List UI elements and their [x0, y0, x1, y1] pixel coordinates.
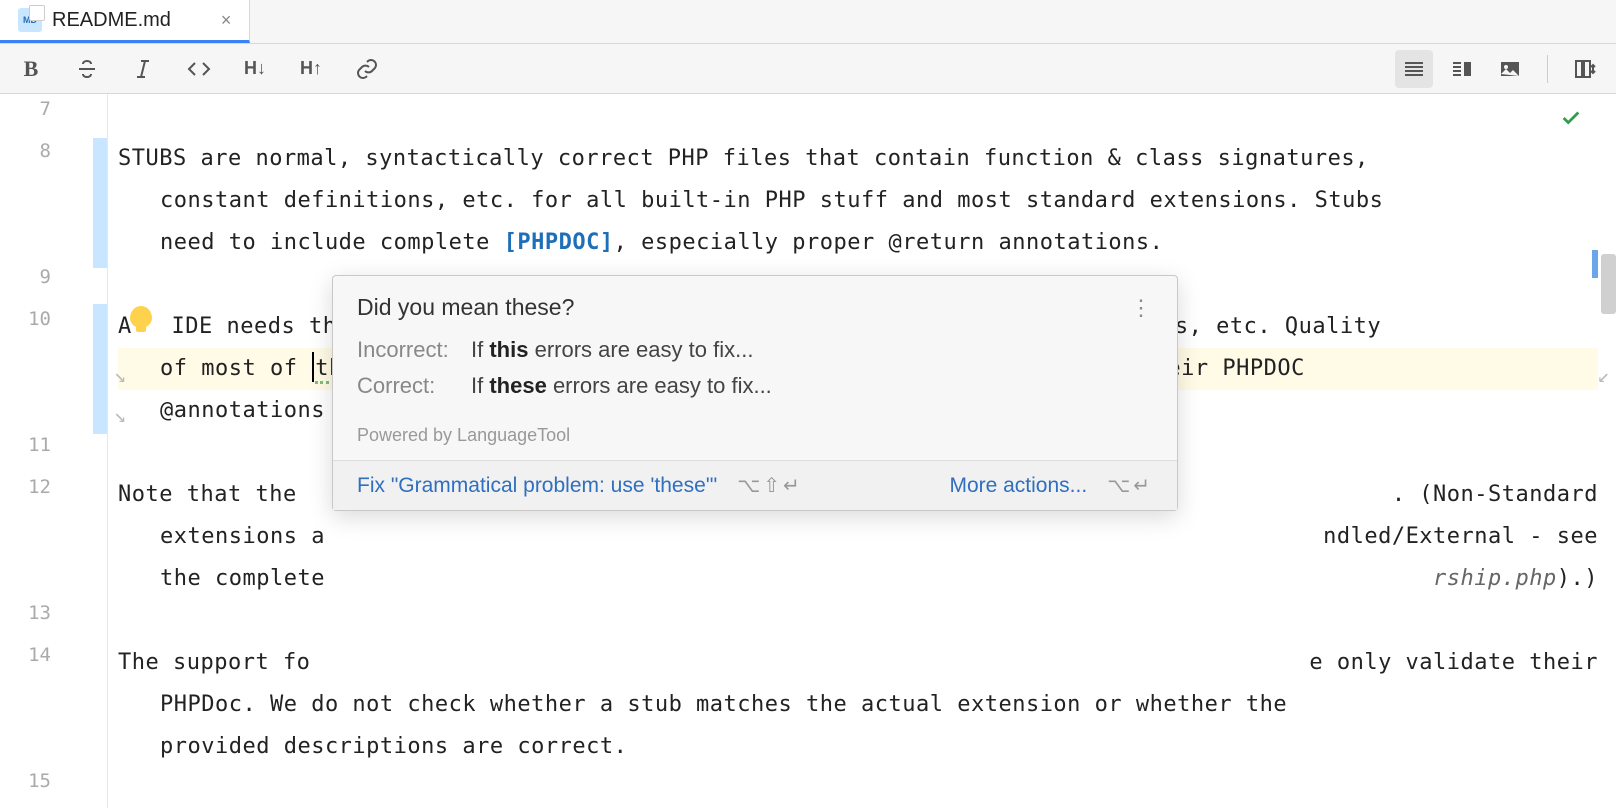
code-line[interactable]: provided descriptions are correct. [118, 726, 1598, 768]
preview-view-button[interactable] [1491, 50, 1529, 88]
more-actions-shortcut: ⌥↵ [1107, 473, 1153, 498]
toolbar-separator [1547, 55, 1548, 83]
line-number: 13 [0, 602, 107, 624]
markdown-toolbar: B H↓ H↑ [0, 44, 1616, 94]
line-number: 12 [0, 476, 107, 498]
correct-example: If these errors are easy to fix... [471, 373, 772, 399]
line-number: 15 [0, 770, 107, 792]
scrollbar-thumb[interactable] [1601, 254, 1616, 314]
bold-button[interactable]: B [12, 50, 50, 88]
editor-tab[interactable]: MD README.md × [0, 0, 250, 43]
code-line[interactable]: extensions andled/External - see [118, 516, 1598, 558]
line-number: 8 [0, 140, 107, 162]
inspection-ok-icon[interactable] [1560, 102, 1582, 144]
code-line[interactable]: constant definitions, etc. for all built… [118, 180, 1598, 222]
popup-title: Did you mean these? [357, 294, 574, 321]
code-line[interactable]: PHPDoc. We do not check whether a stub m… [118, 684, 1598, 726]
popup-menu-icon[interactable]: ⋮ [1130, 295, 1153, 321]
error-stripe-marker[interactable] [1592, 250, 1598, 278]
editor-view-button[interactable] [1395, 50, 1433, 88]
phpdoc-link[interactable]: [PHPDOC] [504, 230, 614, 255]
line-number: 9 [0, 266, 107, 288]
incorrect-label: Incorrect: [357, 337, 457, 363]
italic-button[interactable] [124, 50, 162, 88]
code-button[interactable] [180, 50, 218, 88]
layout-settings-button[interactable] [1566, 50, 1604, 88]
correct-label: Correct: [357, 373, 457, 399]
fix-shortcut: ⌥⇧↵ [737, 473, 803, 498]
markdown-file-icon: MD [18, 8, 42, 32]
line-number: 10 [0, 308, 107, 330]
code-line[interactable]: need to include complete [PHPDOC], espec… [118, 222, 1598, 264]
fix-action[interactable]: Fix "Grammatical problem: use 'these'" [357, 474, 717, 498]
tab-title: README.md [52, 9, 171, 32]
grammar-suggestion-popup: Did you mean these? ⋮ Incorrect: If this… [332, 275, 1178, 511]
split-view-button[interactable] [1443, 50, 1481, 88]
more-actions[interactable]: More actions... [949, 474, 1087, 498]
code-line[interactable]: the completership.php).) [118, 558, 1598, 600]
vcs-change-marker[interactable] [93, 138, 107, 268]
vcs-change-marker[interactable] [93, 304, 107, 434]
soft-wrap-icon: ↙ [1597, 354, 1610, 396]
strikethrough-button[interactable] [68, 50, 106, 88]
tab-bar: MD README.md × [0, 0, 1616, 44]
soft-wrap-icon: ↘ [114, 394, 127, 436]
line-number: 7 [0, 98, 107, 120]
line-gutter: 7 8 9 10 11 12 13 14 15 [0, 94, 108, 808]
intention-bulb-icon[interactable] [130, 306, 152, 328]
line-number: 11 [0, 434, 107, 456]
header-increase-button[interactable]: H↑ [292, 50, 330, 88]
text-caret [312, 352, 314, 382]
header-decrease-button[interactable]: H↓ [236, 50, 274, 88]
code-line[interactable]: STUBS are normal, syntactically correct … [118, 138, 1598, 180]
incorrect-example: If this errors are easy to fix... [471, 337, 753, 363]
link-button[interactable] [348, 50, 386, 88]
powered-by-label: Powered by LanguageTool [333, 425, 1177, 460]
code-line[interactable]: The support foe only validate their [118, 642, 1598, 684]
line-number: 14 [0, 644, 107, 666]
close-tab-icon[interactable]: × [221, 10, 232, 31]
